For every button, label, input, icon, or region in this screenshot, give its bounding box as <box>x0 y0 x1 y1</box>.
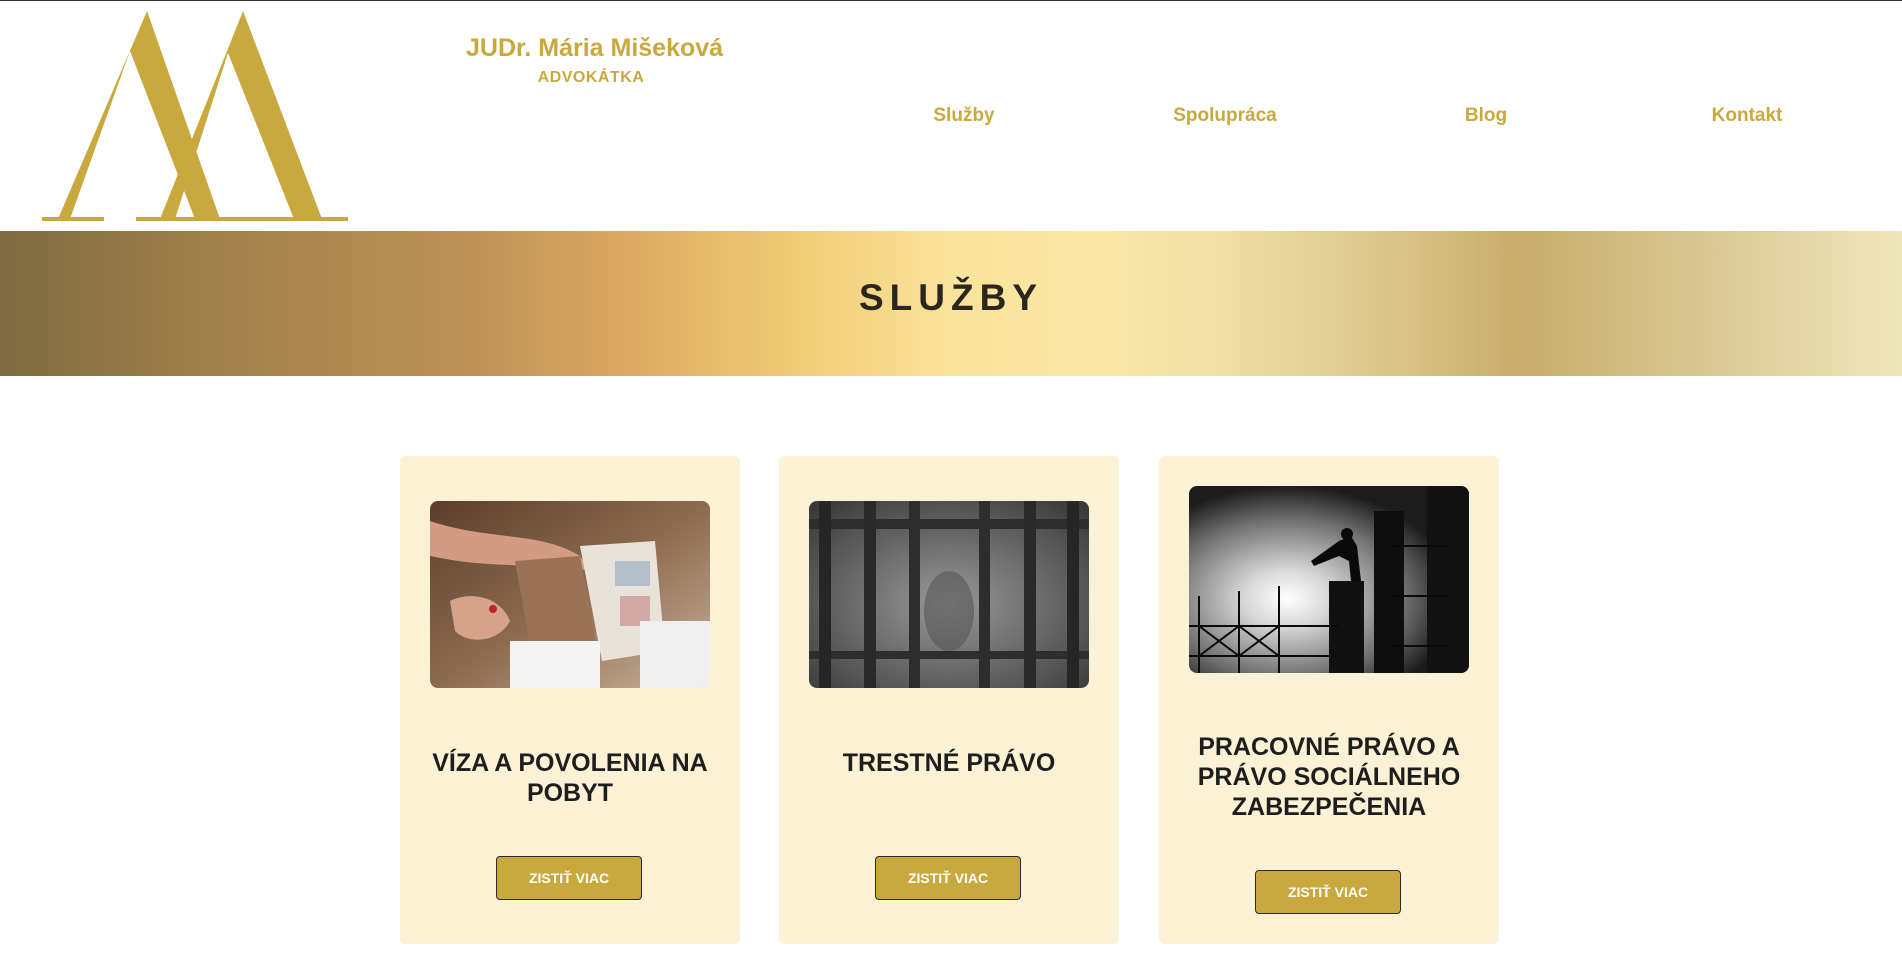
page-banner: SLUŽBY <box>0 231 1902 376</box>
card-title: VÍZA A POVOLENIA NA POBYT <box>432 749 708 807</box>
prison-bars-photo <box>809 501 1089 688</box>
nav-item-spolupraca[interactable]: Spolupráca <box>1173 105 1276 127</box>
card-title: PRACOVNÉ PRÁVO A PRÁVO SOCIÁLNEHO ZABEZP… <box>1197 733 1461 821</box>
page-title: SLUŽBY <box>859 277 1043 318</box>
passport-photo <box>430 501 710 688</box>
site-header: JUDr. Mária Mišeková ADVOKÁTKA Služby Sp… <box>0 1 1902 231</box>
card-title: TRESTNÉ PRÁVO <box>842 749 1056 777</box>
learn-more-button[interactable]: ZISTIŤ VIAC <box>496 856 642 900</box>
nav-item-blog[interactable]: Blog <box>1465 105 1507 127</box>
nav-item-sluzby[interactable]: Služby <box>933 105 994 127</box>
construction-worker-photo <box>1189 486 1469 673</box>
nav-item-kontakt[interactable]: Kontakt <box>1712 105 1783 127</box>
learn-more-button[interactable]: ZISTIŤ VIAC <box>1255 870 1401 914</box>
brand-subtitle: ADVOKÁTKA <box>537 69 645 86</box>
brand: JUDr. Mária Mišeková ADVOKÁTKA <box>466 34 724 87</box>
brand-name: JUDr. Mária Mišeková <box>466 34 724 62</box>
logo[interactable] <box>40 11 350 223</box>
learn-more-button[interactable]: ZISTIŤ VIAC <box>875 856 1021 900</box>
service-card-criminal: TRESTNÉ PRÁVO ZISTIŤ VIAC <box>779 456 1119 944</box>
service-card-labor: PRACOVNÉ PRÁVO A PRÁVO SOCIÁLNEHO ZABEZP… <box>1159 456 1499 944</box>
service-card-visa: VÍZA A POVOLENIA NA POBYT ZISTIŤ VIAC <box>400 456 740 944</box>
